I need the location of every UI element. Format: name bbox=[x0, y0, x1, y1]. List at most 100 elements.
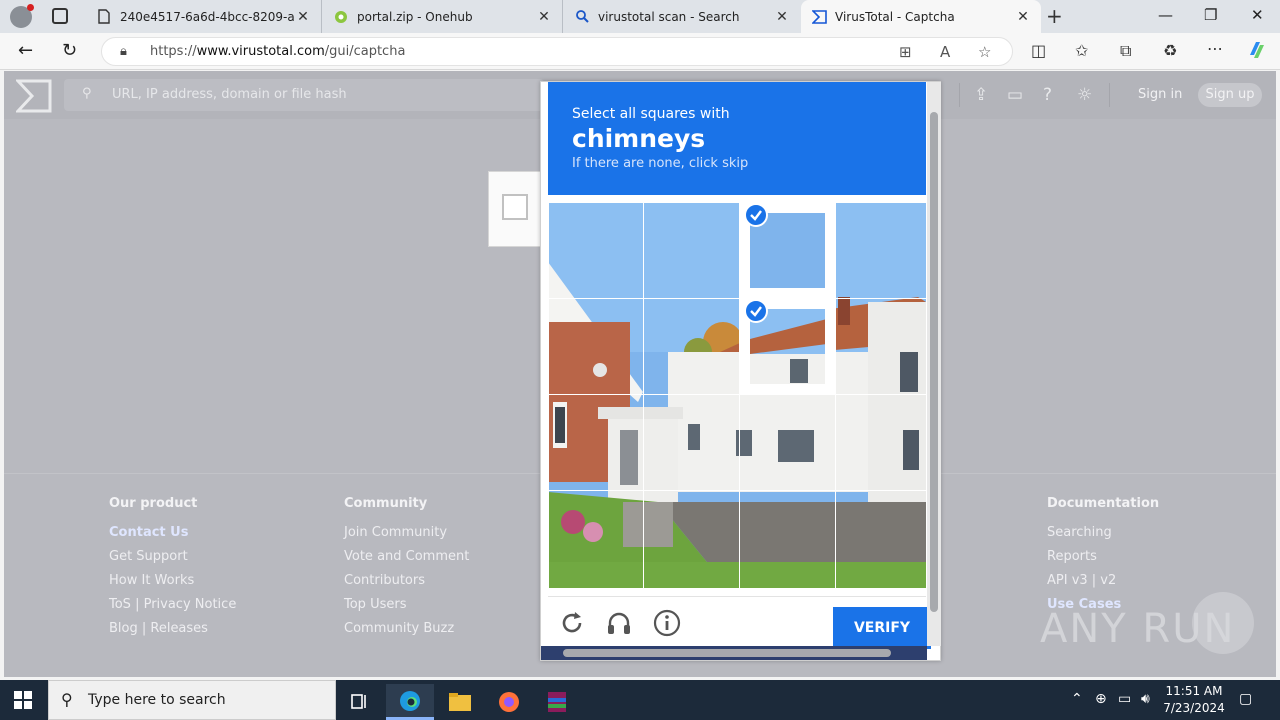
firefox-icon[interactable] bbox=[485, 684, 533, 720]
file-explorer-icon[interactable] bbox=[436, 684, 484, 720]
grid-tile[interactable] bbox=[548, 298, 644, 395]
settings-more-icon[interactable]: ⋯ bbox=[1207, 39, 1223, 58]
grid-tile[interactable] bbox=[643, 490, 740, 588]
footer-link[interactable]: Community Buzz bbox=[344, 621, 469, 637]
grid-tile[interactable] bbox=[835, 298, 926, 395]
grid-tile[interactable] bbox=[548, 202, 644, 299]
footer-column-product: Our product Contact Us Get Support How I… bbox=[109, 496, 236, 645]
audio-challenge-icon[interactable] bbox=[605, 609, 633, 637]
sign-in-link[interactable]: Sign in bbox=[1138, 87, 1182, 102]
close-window-icon[interactable]: ✕ bbox=[1251, 6, 1264, 24]
tab-title: VirusTotal - Captcha bbox=[835, 9, 955, 24]
browser-tab-3[interactable]: virustotal scan - Search ✕ bbox=[564, 0, 800, 33]
collections-icon[interactable]: ⧉ bbox=[1120, 41, 1131, 61]
vertical-scrollbar[interactable] bbox=[927, 82, 941, 646]
footer-link[interactable]: How It Works bbox=[109, 573, 236, 589]
clock[interactable]: 11:51 AM 7/23/2024 bbox=[1163, 683, 1225, 717]
windows-taskbar: ⚲ Type here to search ⌃ ⊕ ▭ 🔊︎ 11:51 AM … bbox=[0, 680, 1280, 720]
winrar-icon[interactable] bbox=[533, 684, 581, 720]
theme-toggle-icon[interactable]: ☼ bbox=[1077, 85, 1092, 105]
footer-link[interactable]: Contributors bbox=[344, 573, 469, 589]
favorite-star-icon[interactable]: ☆ bbox=[978, 43, 991, 61]
search-icon: ⚲ bbox=[82, 86, 92, 101]
close-tab-icon[interactable]: ✕ bbox=[1015, 9, 1031, 25]
vt-search-input[interactable]: ⚲ URL, IP address, domain or file hash bbox=[64, 79, 544, 111]
grid-tile[interactable] bbox=[643, 394, 740, 491]
grid-tile[interactable] bbox=[548, 490, 644, 588]
grid-tile[interactable] bbox=[739, 394, 836, 491]
new-tab-icon[interactable]: + bbox=[1046, 4, 1063, 28]
footer-link[interactable]: ToS | Privacy Notice bbox=[109, 597, 236, 613]
notifications-icon[interactable]: ▭ bbox=[1007, 85, 1023, 105]
virustotal-logo-icon[interactable] bbox=[14, 79, 52, 113]
anyrun-watermark: ANY RUN bbox=[1040, 606, 1236, 652]
challenge-target: chimneys bbox=[572, 124, 706, 153]
read-aloud-icon[interactable]: A bbox=[940, 43, 950, 61]
recaptcha-challenge: Select all squares with chimneys If ther… bbox=[540, 81, 941, 661]
taskbar-search-box[interactable]: ⚲ Type here to search bbox=[48, 680, 336, 720]
footer-link[interactable]: Searching bbox=[1047, 525, 1159, 541]
footer-link[interactable]: Get Support bbox=[109, 549, 236, 565]
footer-link[interactable]: Top Users bbox=[344, 597, 469, 613]
close-tab-icon[interactable]: ✕ bbox=[295, 9, 311, 25]
browser-tab-2[interactable]: portal.zip - Onehub ✕ bbox=[323, 0, 563, 33]
reload-challenge-icon[interactable] bbox=[558, 609, 586, 637]
tab-title: portal.zip - Onehub bbox=[357, 9, 473, 24]
notification-center-icon[interactable]: ▢ bbox=[1239, 691, 1252, 707]
grid-tile[interactable] bbox=[835, 490, 926, 588]
browser-tab-1[interactable]: 240e4517-6a6d-4bcc-8209-a76bb ✕ bbox=[86, 0, 322, 33]
taskbar-search-placeholder: Type here to search bbox=[88, 692, 226, 708]
address-bar[interactable]: 🔒︎ https://www.virustotal.com/gui/captch… bbox=[101, 37, 1013, 66]
tab-title: 240e4517-6a6d-4bcc-8209-a76bb bbox=[120, 9, 295, 24]
recaptcha-checkbox[interactable] bbox=[502, 194, 528, 220]
upload-icon[interactable]: ⇪ bbox=[974, 85, 988, 105]
back-icon[interactable]: ← bbox=[18, 40, 33, 61]
favorites-icon[interactable]: ✩ bbox=[1075, 41, 1088, 60]
footer-link[interactable]: Vote and Comment bbox=[344, 549, 469, 565]
refresh-icon[interactable]: ↻ bbox=[62, 40, 77, 61]
info-icon[interactable] bbox=[653, 609, 681, 637]
footer-heading: Our product bbox=[109, 496, 198, 511]
footer-link[interactable]: Blog | Releases bbox=[109, 621, 236, 637]
edge-taskbar-icon[interactable] bbox=[386, 684, 434, 720]
challenge-instruction: Select all squares with bbox=[572, 106, 730, 122]
grid-tile[interactable] bbox=[643, 202, 740, 299]
profile-avatar-icon[interactable] bbox=[10, 4, 34, 28]
extensions-icon[interactable]: ♻ bbox=[1163, 41, 1177, 60]
sign-up-button[interactable]: Sign up bbox=[1198, 83, 1262, 107]
grid-tile[interactable] bbox=[643, 298, 740, 395]
footer-link[interactable]: Reports bbox=[1047, 549, 1159, 565]
verify-button[interactable]: VERIFY bbox=[833, 607, 931, 649]
split-screen-icon[interactable]: ◫ bbox=[1031, 41, 1046, 60]
app-available-icon[interactable]: ⊞ bbox=[899, 43, 912, 61]
tile-checkmark-icon bbox=[744, 203, 768, 227]
minimize-icon[interactable]: — bbox=[1158, 6, 1173, 24]
footer-heading: Community bbox=[344, 496, 428, 511]
grid-tile[interactable] bbox=[835, 202, 926, 299]
close-tab-icon[interactable]: ✕ bbox=[774, 9, 790, 25]
windows-start-icon[interactable] bbox=[14, 691, 32, 709]
restore-icon[interactable]: ❐ bbox=[1204, 6, 1217, 24]
task-view-icon[interactable] bbox=[336, 684, 384, 720]
search-icon bbox=[574, 9, 590, 25]
tile-checkmark-icon bbox=[744, 299, 768, 323]
grid-tile[interactable] bbox=[739, 490, 836, 588]
footer-column-documentation: Documentation Searching Reports API v3 |… bbox=[1047, 496, 1159, 621]
footer-link[interactable]: Join Community bbox=[344, 525, 469, 541]
browser-tab-4[interactable]: VirusTotal - Captcha ✕ bbox=[801, 0, 1041, 33]
clock-date: 7/23/2024 bbox=[1163, 701, 1225, 715]
lock-icon[interactable]: 🔒︎ bbox=[120, 44, 127, 59]
help-icon[interactable]: ? bbox=[1043, 85, 1052, 105]
grid-tile[interactable] bbox=[835, 394, 926, 491]
close-tab-icon[interactable]: ✕ bbox=[536, 9, 552, 25]
footer-link[interactable]: Contact Us bbox=[109, 525, 236, 541]
grid-tile[interactable] bbox=[548, 394, 644, 491]
network-icon[interactable]: ▭ bbox=[1118, 691, 1131, 707]
horizontal-scrollbar[interactable] bbox=[541, 646, 927, 660]
tab-actions-icon[interactable] bbox=[52, 8, 68, 24]
copilot-icon[interactable] bbox=[1246, 39, 1268, 61]
footer-link[interactable]: API v3 | v2 bbox=[1047, 573, 1159, 589]
tray-overflow-icon[interactable]: ⌃ bbox=[1071, 691, 1083, 707]
volume-icon[interactable]: 🔊︎ bbox=[1141, 691, 1150, 707]
meet-now-icon[interactable]: ⊕ bbox=[1095, 691, 1107, 707]
